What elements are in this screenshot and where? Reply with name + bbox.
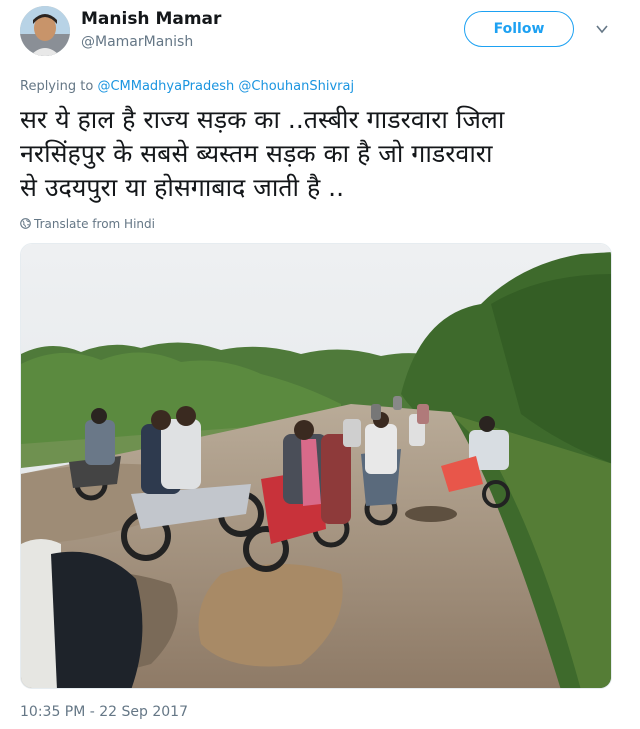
tweet-text: सर ये हाल है राज्य सड़क का ..तस्बीर गाडर…	[20, 105, 505, 202]
follow-button[interactable]: Follow	[464, 11, 574, 47]
translate-link[interactable]: Translate from Hindi	[20, 216, 155, 232]
chevron-down-icon[interactable]	[595, 22, 609, 36]
avatar[interactable]	[20, 6, 70, 56]
author-handle[interactable]: @MamarManish	[81, 33, 193, 51]
replying-to-label: Replying to	[20, 79, 94, 94]
user-avatar-icon	[20, 6, 70, 56]
translate-label: Translate from Hindi	[34, 217, 155, 231]
replying-to: Replying to @CMMadhyaPradesh @ChouhanShi…	[20, 78, 354, 96]
author-name[interactable]: Manish Mamar	[81, 9, 221, 29]
globe-icon	[20, 218, 31, 229]
road-photo-image	[21, 244, 611, 688]
tweet-timestamp[interactable]: 10:35 PM - 22 Sep 2017	[20, 703, 188, 721]
mention-link[interactable]: @ChouhanShivraj	[238, 79, 354, 94]
tweet-header: Manish Mamar @MamarManish Follow	[20, 4, 620, 58]
mention-link[interactable]: @CMMadhyaPradesh	[97, 79, 234, 94]
tweet-photo[interactable]	[20, 243, 612, 689]
